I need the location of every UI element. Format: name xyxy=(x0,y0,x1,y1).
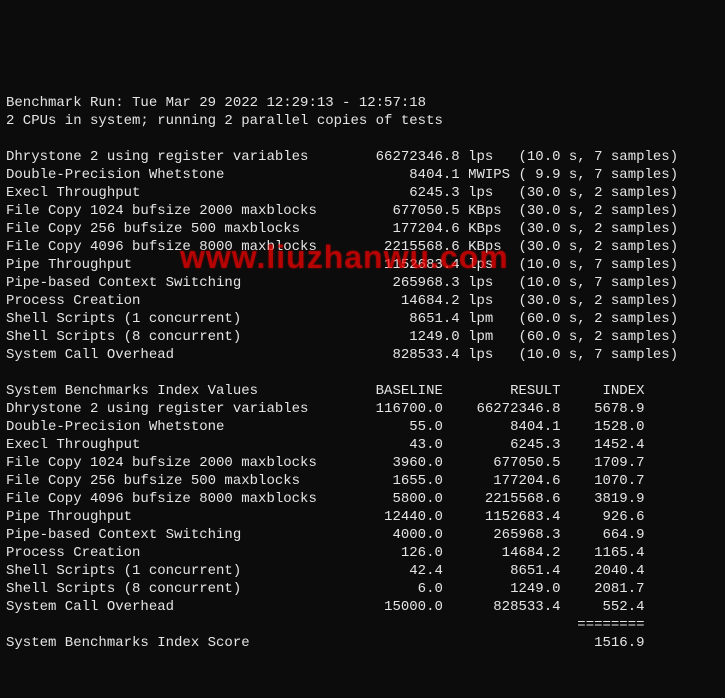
cpu-info-line: 2 CPUs in system; running 2 parallel cop… xyxy=(6,113,443,129)
index-results-block: System Benchmarks Index Values BASELINE … xyxy=(6,383,645,615)
score-block: ======== System Benchmarks Index Score 1… xyxy=(6,617,645,651)
raw-results-block: Dhrystone 2 using register variables 662… xyxy=(6,149,678,363)
benchmark-run-line: Benchmark Run: Tue Mar 29 2022 12:29:13 … xyxy=(6,95,426,111)
terminal-output: Benchmark Run: Tue Mar 29 2022 12:29:13 … xyxy=(0,90,725,698)
